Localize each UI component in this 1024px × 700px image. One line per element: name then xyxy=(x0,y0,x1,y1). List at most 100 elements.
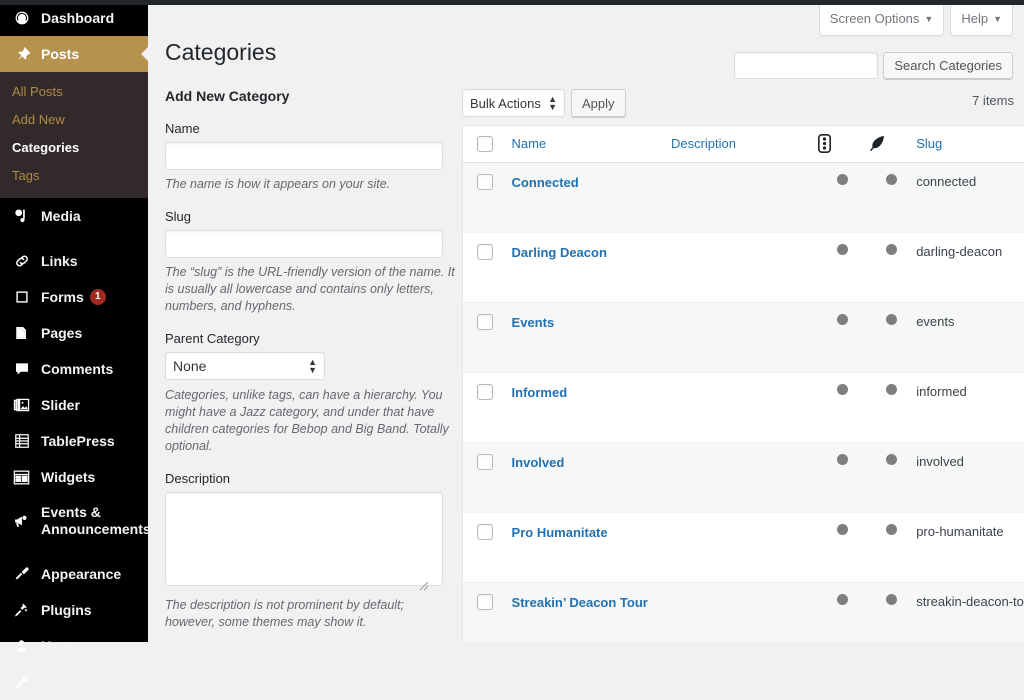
row-list-icon-cell[interactable] xyxy=(818,233,867,303)
feather-quill-icon xyxy=(867,134,886,153)
sidebar-item-widgets[interactable]: Widgets xyxy=(0,459,148,495)
bulk-actions-wrap: Bulk Actions ▲▼ xyxy=(462,89,565,117)
row-list-icon-cell[interactable] xyxy=(818,373,867,443)
row-list-icon-cell[interactable] xyxy=(818,513,867,583)
parent-category-label: Parent Category xyxy=(165,331,455,347)
row-feather-icon-cell[interactable] xyxy=(867,583,916,643)
link-icon xyxy=(11,252,32,270)
table-row[interactable]: Pro Humanitatepro-humanitate1 xyxy=(463,513,1024,583)
submenu-item-add-new[interactable]: Add New xyxy=(0,106,148,134)
sidebar-item-label: Widgets xyxy=(41,469,95,486)
sidebar-item-plugins[interactable]: Plugins xyxy=(0,592,148,628)
select-all-checkbox[interactable] xyxy=(477,136,493,152)
row-feather-icon-cell[interactable] xyxy=(867,233,916,303)
table-row[interactable]: Connectedconnected6 xyxy=(463,163,1024,233)
sidebar-item-label: TablePress xyxy=(41,433,115,450)
media-icon xyxy=(11,207,32,225)
search-input[interactable] xyxy=(734,52,878,79)
screen-options-button[interactable]: Screen Options▼ xyxy=(819,5,945,36)
row-feather-icon-cell[interactable] xyxy=(867,443,916,513)
sidebar-item-label: Pages xyxy=(41,325,82,342)
row-description-cell xyxy=(671,583,818,643)
bulk-actions-select[interactable]: Bulk Actions xyxy=(462,89,565,117)
row-description-cell xyxy=(671,163,818,233)
apply-button[interactable]: Apply xyxy=(571,89,626,117)
category-name-link[interactable]: Streakin’ Deacon Tour xyxy=(512,595,648,610)
category-name-link[interactable]: Pro Humanitate xyxy=(512,525,608,540)
sidebar-item-media[interactable]: Media xyxy=(0,198,148,234)
sidebar-item-tablepress[interactable]: TablePress xyxy=(0,423,148,459)
row-name-cell: Connected xyxy=(512,163,671,233)
sidebar-item-label: Dashboard xyxy=(41,10,114,27)
sidebar-item-users[interactable]: Users xyxy=(0,628,148,664)
sidebar-item-appearance[interactable]: Appearance xyxy=(0,556,148,592)
category-name-link[interactable]: Events xyxy=(512,315,555,330)
sidebar-item-posts[interactable]: Posts xyxy=(0,36,148,72)
table-row[interactable]: Streakin’ Deacon Tourstreakin-deacon-tou… xyxy=(463,583,1024,643)
parent-category-select[interactable]: None xyxy=(165,352,325,380)
search-categories-button[interactable]: Search Categories xyxy=(883,52,1013,79)
table-row[interactable]: Eventsevents1 xyxy=(463,303,1024,373)
category-name-link[interactable]: Connected xyxy=(512,175,579,190)
row-feather-icon-cell[interactable] xyxy=(867,513,916,583)
category-name-link[interactable]: Informed xyxy=(512,385,568,400)
table-row[interactable]: Involvedinvolved53 xyxy=(463,443,1024,513)
row-description-cell xyxy=(671,303,818,373)
category-name-link[interactable]: Darling Deacon xyxy=(512,245,607,260)
table-header-row: Name Description xyxy=(463,126,1024,163)
submenu-item-categories[interactable]: Categories xyxy=(0,134,148,162)
row-slug-cell: events xyxy=(916,303,1024,373)
status-dot-icon xyxy=(837,594,848,605)
row-list-icon-cell[interactable] xyxy=(818,583,867,643)
sidebar-item-forms[interactable]: Forms1 xyxy=(0,279,148,315)
table-row[interactable]: Darling Deacondarling-deacon68 xyxy=(463,233,1024,303)
table-row[interactable]: Informedinformed150 xyxy=(463,373,1024,443)
row-checkbox[interactable] xyxy=(477,314,493,330)
row-feather-icon-cell[interactable] xyxy=(867,303,916,373)
sidebar-item-slider[interactable]: Slider xyxy=(0,387,148,423)
column-header-description[interactable]: Description xyxy=(671,126,818,163)
submenu-item-tags[interactable]: Tags xyxy=(0,162,148,190)
sidebar-item-events-announcements[interactable]: Events & Announcements xyxy=(0,495,148,547)
submenu-item-all-posts[interactable]: All Posts xyxy=(0,78,148,106)
status-dot-icon xyxy=(886,524,897,535)
column-header-feather-icon[interactable] xyxy=(867,126,916,163)
row-list-icon-cell[interactable] xyxy=(818,163,867,233)
sidebar-item-comments[interactable]: Comments xyxy=(0,351,148,387)
column-header-slug[interactable]: Slug xyxy=(916,126,1024,163)
sidebar-item-dashboard[interactable]: Dashboard xyxy=(0,0,148,36)
category-name-link[interactable]: Involved xyxy=(512,455,565,470)
row-checkbox[interactable] xyxy=(477,174,493,190)
row-name-cell: Involved xyxy=(512,443,671,513)
column-header-list-icon[interactable] xyxy=(818,126,867,163)
row-checkbox[interactable] xyxy=(477,454,493,470)
slider-icon xyxy=(11,396,32,414)
column-header-name[interactable]: Name xyxy=(512,126,671,163)
row-name-cell: Pro Humanitate xyxy=(512,513,671,583)
screen-options-label: Screen Options xyxy=(830,11,920,26)
name-description: The name is how it appears on your site. xyxy=(165,176,455,193)
chevron-down-icon: ▼ xyxy=(993,14,1002,24)
forms-icon xyxy=(11,288,32,306)
description-textarea[interactable] xyxy=(165,492,443,586)
slug-input[interactable] xyxy=(165,230,443,258)
add-new-category-form: Add New Category Name The name is how it… xyxy=(165,87,455,642)
sidebar-item-tools[interactable]: Tools xyxy=(0,664,148,700)
table-head: Name Description xyxy=(463,126,1024,163)
row-checkbox[interactable] xyxy=(477,384,493,400)
form-heading: Add New Category xyxy=(165,87,455,105)
sidebar-item-label: Slider xyxy=(41,397,80,414)
row-name-cell: Informed xyxy=(512,373,671,443)
row-checkbox[interactable] xyxy=(477,524,493,540)
row-feather-icon-cell[interactable] xyxy=(867,163,916,233)
sidebar-item-links[interactable]: Links xyxy=(0,243,148,279)
row-checkbox[interactable] xyxy=(477,594,493,610)
help-button[interactable]: Help▼ xyxy=(950,5,1013,36)
row-feather-icon-cell[interactable] xyxy=(867,373,916,443)
sidebar-item-pages[interactable]: Pages xyxy=(0,315,148,351)
row-list-icon-cell[interactable] xyxy=(818,303,867,373)
screen-meta-links: Screen Options▼ Help▼ xyxy=(819,5,1013,36)
row-checkbox[interactable] xyxy=(477,244,493,260)
name-input[interactable] xyxy=(165,142,443,170)
row-list-icon-cell[interactable] xyxy=(818,443,867,513)
